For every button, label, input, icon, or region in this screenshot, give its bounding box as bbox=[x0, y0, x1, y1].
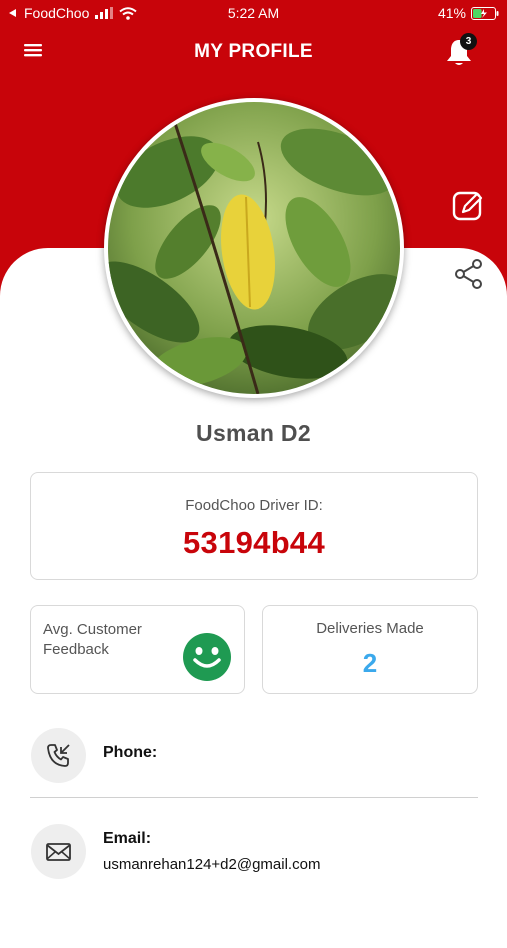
user-name: Usman D2 bbox=[196, 420, 311, 446]
profile-avatar[interactable] bbox=[104, 98, 404, 398]
share-profile-button[interactable] bbox=[453, 258, 485, 290]
phone-icon-circle bbox=[31, 728, 86, 783]
status-time: 5:22 AM bbox=[227, 5, 280, 21]
driver-id-value: 53194b44 bbox=[182, 525, 326, 560]
email-icon-circle bbox=[31, 824, 86, 879]
deliveries-card: Deliveries Made 2 bbox=[262, 605, 478, 694]
smiley-face-icon bbox=[183, 633, 231, 681]
feedback-label: Avg. Customer Feedback bbox=[43, 621, 142, 658]
battery-icon bbox=[471, 6, 499, 20]
status-bar: FoodChoo 5:22 AM 41% bbox=[0, 0, 507, 26]
envelope-icon bbox=[46, 843, 71, 861]
deliveries-value: 2 bbox=[362, 648, 378, 678]
page-title: MY PROFILE bbox=[194, 41, 313, 62]
phone-incoming-icon bbox=[47, 744, 70, 767]
notification-badge: 3 bbox=[460, 33, 477, 50]
battery-percent: 41% bbox=[437, 5, 466, 21]
email-label: Email: bbox=[103, 830, 152, 847]
edit-profile-button[interactable] bbox=[450, 188, 486, 224]
contact-divider bbox=[30, 797, 478, 798]
status-right: 41% bbox=[438, 5, 499, 21]
driver-id-card: FoodChoo Driver ID: 53194b44 bbox=[30, 472, 478, 580]
driver-id-label: FoodChoo Driver ID: bbox=[185, 497, 323, 514]
edit-icon bbox=[452, 191, 483, 221]
avatar-photo bbox=[108, 102, 400, 394]
share-icon bbox=[455, 259, 482, 289]
deliveries-label: Deliveries Made bbox=[316, 620, 424, 637]
feedback-card: Avg. Customer Feedback bbox=[30, 605, 245, 694]
email-value: usmanrehan124+d2@gmail.com bbox=[103, 856, 321, 873]
phone-label: Phone: bbox=[103, 744, 158, 761]
